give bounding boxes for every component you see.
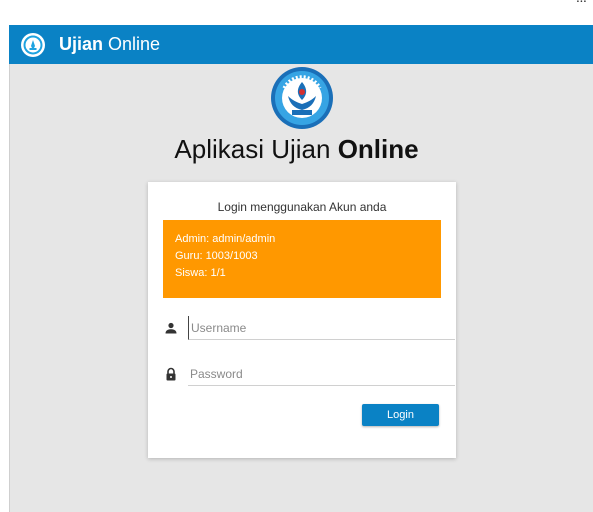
login-card: Login menggunakan Akun anda Admin: admin… [148, 182, 456, 458]
brand-rest: Online [103, 34, 161, 54]
lock-icon [166, 367, 176, 381]
clipped-text: ... [577, 0, 588, 7]
username-input[interactable] [188, 316, 455, 340]
top-strip: ... [0, 0, 593, 16]
emblem-logo-icon [271, 67, 333, 129]
username-field-group [164, 316, 455, 346]
alert-line-admin: Admin: admin/admin [175, 233, 276, 245]
person-icon [165, 322, 177, 334]
alert-line-guru: Guru: 1003/1003 [175, 250, 258, 262]
brand-title[interactable]: Ujian Online [59, 34, 160, 55]
alert-line-siswa: Siswa: 1/1 [175, 267, 226, 279]
login-header: Login menggunakan Akun anda [217, 200, 387, 214]
password-field-group [164, 362, 455, 392]
credentials-alert: Admin: admin/admin Guru: 1003/1003 Siswa… [163, 220, 441, 298]
brand-bold: Ujian [59, 34, 104, 54]
page-title: Aplikasi Ujian Online [0, 134, 593, 165]
login-button[interactable]: Login [362, 404, 439, 426]
title-normal: Aplikasi Ujian [174, 134, 338, 164]
password-input[interactable] [188, 362, 455, 386]
navbar: Ujian Online [9, 25, 593, 64]
title-bold: Online [337, 134, 419, 164]
emblem-icon[interactable] [21, 32, 45, 57]
